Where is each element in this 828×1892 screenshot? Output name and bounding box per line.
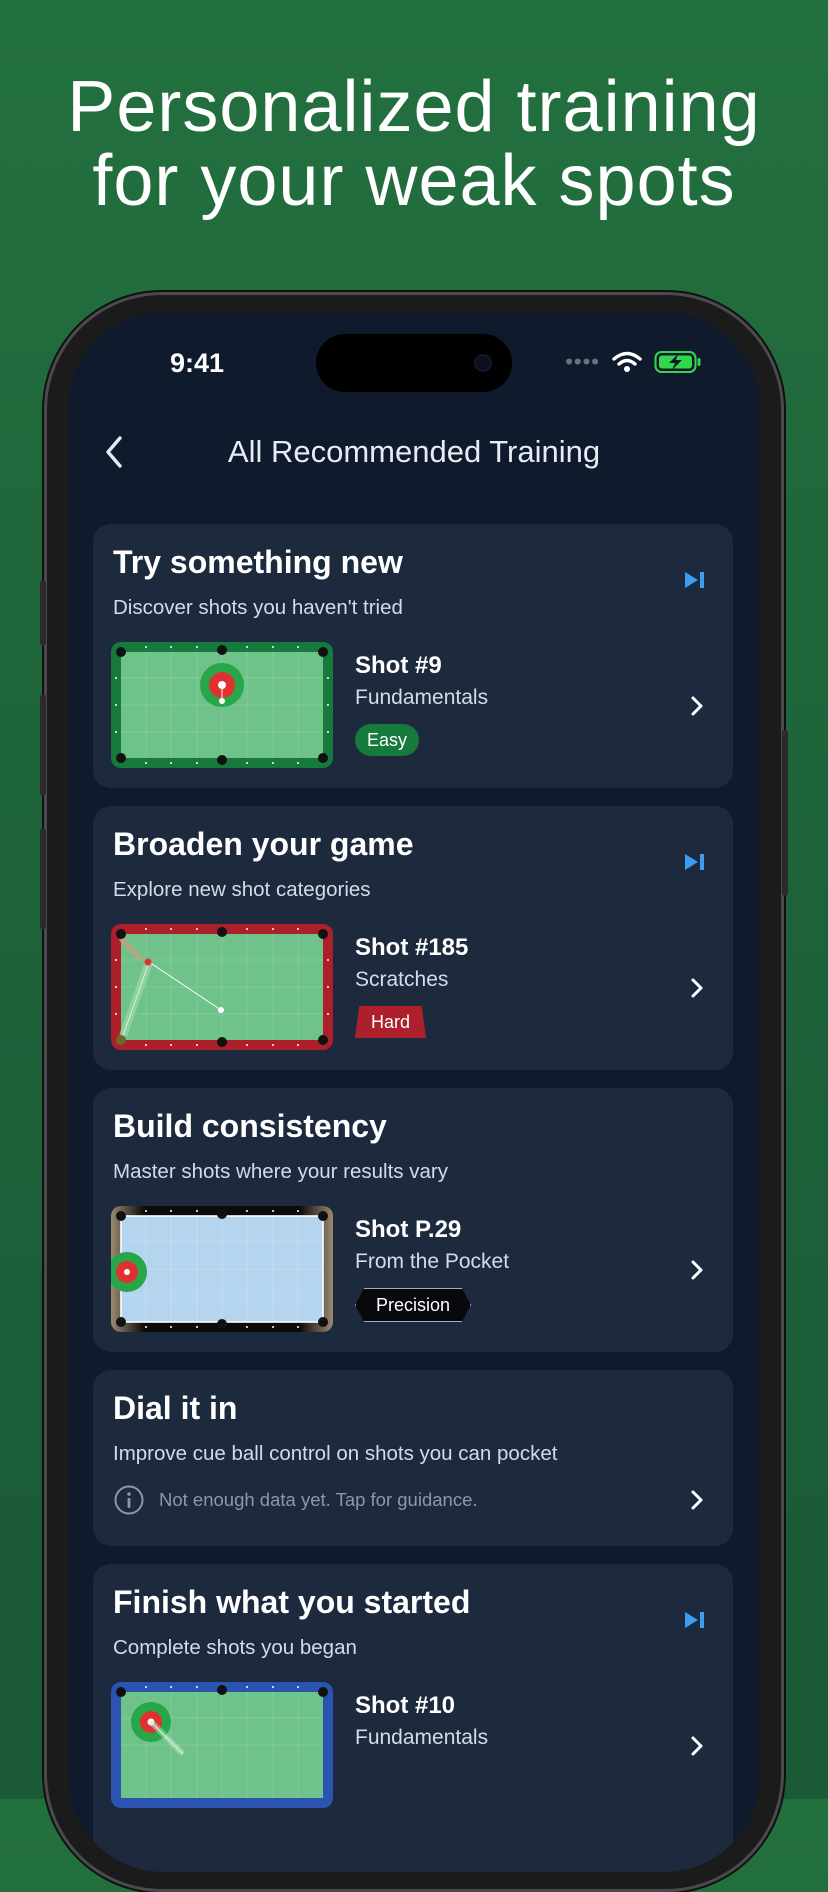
- shot-name: Shot P.29: [355, 1216, 462, 1243]
- training-card-build-consistency[interactable]: Build consistency Master shots where you…: [93, 1088, 733, 1352]
- chevron-right-icon[interactable]: [689, 1258, 705, 1282]
- difficulty-badge: Hard: [355, 1006, 427, 1038]
- training-card-broaden-your-game[interactable]: Broaden your game Explore new shot categ…: [93, 806, 733, 1070]
- phone-power-button: [782, 730, 788, 896]
- card-title: Dial it in: [113, 1390, 238, 1426]
- status-time: 9:41: [170, 348, 225, 378]
- app-screen: 9:41 •••• All Recommended Training Try s…: [68, 312, 760, 1872]
- chevron-right-icon[interactable]: [689, 1488, 705, 1512]
- shot-diagram-thumbnail: [111, 1682, 333, 1808]
- wifi-icon: [612, 351, 642, 372]
- nav-bar: All Recommended Training: [68, 422, 760, 482]
- skip-forward-icon[interactable]: [683, 1610, 707, 1630]
- card-title: Build consistency: [113, 1108, 387, 1144]
- chevron-right-icon[interactable]: [689, 976, 705, 1000]
- guidance-text: Not enough data yet. Tap for guidance.: [159, 1489, 478, 1510]
- chevron-right-icon[interactable]: [689, 1734, 705, 1758]
- headline-line-2: for your weak spots: [92, 141, 736, 221]
- training-card-try-something-new[interactable]: Try something new Discover shots you hav…: [93, 524, 733, 788]
- phone-volume-down-button: [40, 828, 46, 930]
- status-icons: ••••: [565, 350, 702, 374]
- shot-name: Shot #185: [355, 934, 469, 961]
- shot-diagram-thumbnail: [111, 642, 333, 768]
- training-card-finish-what-you-started[interactable]: Finish what you started Complete shots y…: [93, 1564, 733, 1872]
- headline-line-1: Personalized training: [67, 67, 761, 147]
- shot-name: Shot #10: [355, 1692, 456, 1719]
- category-badge: Precision: [355, 1288, 472, 1322]
- training-card-dial-it-in[interactable]: Dial it in Improve cue ball control on s…: [93, 1370, 733, 1546]
- difficulty-badge: Easy: [355, 724, 420, 756]
- skip-forward-icon[interactable]: [683, 852, 707, 872]
- shot-diagram-thumbnail: [111, 924, 333, 1050]
- shot-category: Fundamentals: [355, 1726, 489, 1749]
- card-title: Finish what you started: [113, 1584, 471, 1620]
- signal-dots-icon: ••••: [565, 349, 600, 374]
- card-subtitle: Explore new shot categories: [113, 878, 371, 901]
- shot-name: Shot #9: [355, 652, 442, 679]
- card-title: Try something new: [113, 544, 403, 580]
- dynamic-island: [316, 334, 512, 392]
- shot-category: Fundamentals: [355, 686, 489, 709]
- page-title: All Recommended Training: [227, 434, 601, 469]
- card-title: Broaden your game: [113, 826, 414, 862]
- front-camera: [476, 356, 490, 370]
- phone-volume-up-button: [40, 694, 46, 796]
- battery-charging-icon: [654, 351, 701, 373]
- headline: Personalized training for your weak spot…: [0, 70, 828, 218]
- info-icon: [114, 1485, 144, 1515]
- shot-category: Scratches: [355, 968, 449, 991]
- guidance-row[interactable]: Not enough data yet. Tap for guidance.: [113, 1484, 478, 1516]
- card-subtitle: Master shots where your results vary: [113, 1160, 448, 1183]
- skip-forward-icon[interactable]: [683, 570, 707, 590]
- shot-diagram-thumbnail: [111, 1206, 333, 1332]
- card-subtitle: Discover shots you haven't tried: [113, 596, 403, 619]
- card-subtitle: Complete shots you began: [113, 1636, 357, 1659]
- chevron-right-icon[interactable]: [689, 694, 705, 718]
- card-subtitle: Improve cue ball control on shots you ca…: [113, 1442, 558, 1465]
- shot-category: From the Pocket: [355, 1250, 510, 1273]
- phone-action-button: [40, 580, 46, 646]
